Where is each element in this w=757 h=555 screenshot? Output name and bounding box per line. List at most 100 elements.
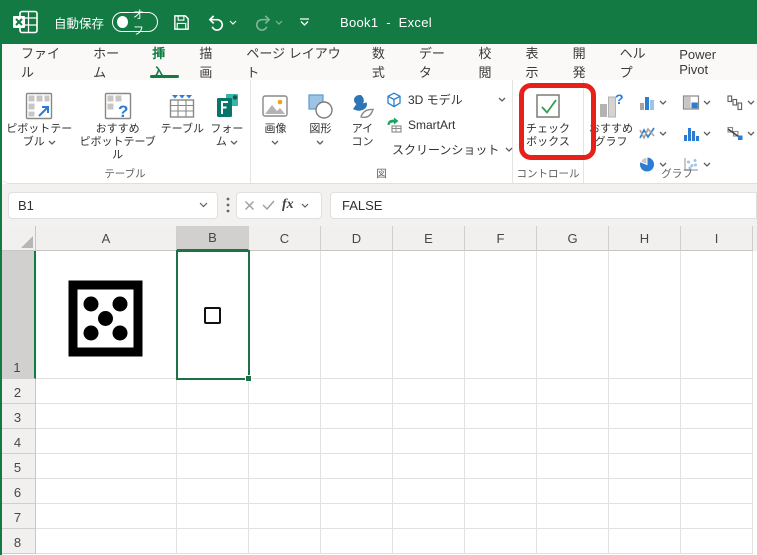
column-header-C[interactable]: C <box>249 226 321 251</box>
cell-G8[interactable] <box>537 529 609 554</box>
cell-H6[interactable] <box>609 479 681 504</box>
fill-handle[interactable] <box>245 375 252 382</box>
smartart-button[interactable]: SmartArt <box>382 113 510 136</box>
table-button[interactable]: テーブル <box>159 84 206 136</box>
cell-A2[interactable] <box>36 379 177 404</box>
column-header-F[interactable]: F <box>465 226 537 251</box>
tab-developer[interactable]: 開発 <box>562 44 609 80</box>
cell-checkbox-unchecked[interactable] <box>204 307 221 324</box>
cell-B8[interactable] <box>177 529 249 554</box>
cell-D4[interactable] <box>321 429 393 454</box>
row-header-4[interactable]: 4 <box>0 429 36 454</box>
cell-A3[interactable] <box>36 404 177 429</box>
recommended-pivot-tables-button[interactable]: ? おすすめ ピボットテーブル <box>76 84 158 162</box>
cell-E2[interactable] <box>393 379 465 404</box>
forms-button[interactable]: フォー ム <box>206 84 248 149</box>
tab-review[interactable]: 校閲 <box>467 44 514 80</box>
cell-A5[interactable] <box>36 454 177 479</box>
insert-histogram-chart-button[interactable] <box>680 118 724 149</box>
column-header-H[interactable]: H <box>609 226 681 251</box>
pivot-table-button[interactable]: ピボットテー ブル <box>2 84 76 149</box>
cell-G5[interactable] <box>537 454 609 479</box>
cell-F8[interactable] <box>465 529 537 554</box>
screenshot-button[interactable]: スクリーンショット <box>382 138 513 161</box>
row-header-3[interactable]: 3 <box>0 404 36 429</box>
cell-C6[interactable] <box>249 479 321 504</box>
cell-A8[interactable] <box>36 529 177 554</box>
cell-C5[interactable] <box>249 454 321 479</box>
column-header-E[interactable]: E <box>393 226 465 251</box>
cell-F6[interactable] <box>465 479 537 504</box>
cell-C2[interactable] <box>249 379 321 404</box>
cell-H5[interactable] <box>609 454 681 479</box>
save-button[interactable] <box>170 11 193 34</box>
column-header-A[interactable]: A <box>36 226 177 251</box>
cell-E3[interactable] <box>393 404 465 429</box>
insert-function-button[interactable]: fx <box>282 197 294 213</box>
cell-B6[interactable] <box>177 479 249 504</box>
row-header-7[interactable]: 7 <box>0 504 36 529</box>
cell-I1[interactable] <box>681 251 753 379</box>
cell-B5[interactable] <box>177 454 249 479</box>
insert-hierarchy-chart-button[interactable] <box>680 87 724 118</box>
cell-E7[interactable] <box>393 504 465 529</box>
redo-button[interactable] <box>251 12 285 33</box>
cell-I4[interactable] <box>681 429 753 454</box>
row-header-1[interactable]: 1 <box>0 251 36 379</box>
insert-line-chart-button[interactable] <box>636 118 680 149</box>
cell-A4[interactable] <box>36 429 177 454</box>
cell-G2[interactable] <box>537 379 609 404</box>
cell-G1[interactable] <box>537 251 609 379</box>
formula-input[interactable]: FALSE <box>330 191 757 219</box>
column-header-G[interactable]: G <box>537 226 609 251</box>
cell-C7[interactable] <box>249 504 321 529</box>
tab-formulas[interactable]: 数式 <box>361 44 408 80</box>
cell-E4[interactable] <box>393 429 465 454</box>
autosave-control[interactable]: 自動保存 オフ <box>54 9 159 37</box>
cell-E6[interactable] <box>393 479 465 504</box>
shapes-button[interactable]: 図形 <box>298 84 343 149</box>
tab-help[interactable]: ヘルプ <box>609 44 669 80</box>
cell-D7[interactable] <box>321 504 393 529</box>
cell-E1[interactable] <box>393 251 465 379</box>
cell-C1[interactable] <box>249 251 321 379</box>
enter-check-icon[interactable] <box>262 200 275 210</box>
icons-button[interactable]: アイ コン <box>343 84 382 149</box>
cell-D5[interactable] <box>321 454 393 479</box>
cell-G4[interactable] <box>537 429 609 454</box>
tab-insert[interactable]: 挿入 <box>141 44 188 80</box>
cell-G6[interactable] <box>537 479 609 504</box>
tab-view[interactable]: 表示 <box>515 44 562 80</box>
cell-I2[interactable] <box>681 379 753 404</box>
cell-F2[interactable] <box>465 379 537 404</box>
cancel-icon[interactable] <box>244 200 255 211</box>
cell-H4[interactable] <box>609 429 681 454</box>
cell-B4[interactable] <box>177 429 249 454</box>
cell-D1[interactable] <box>321 251 393 379</box>
cell-E8[interactable] <box>393 529 465 554</box>
tab-draw[interactable]: 描画 <box>188 44 235 80</box>
cell-H8[interactable] <box>609 529 681 554</box>
cell-C8[interactable] <box>249 529 321 554</box>
cell-H1[interactable] <box>609 251 681 379</box>
dice-image[interactable] <box>68 280 143 357</box>
cell-I7[interactable] <box>681 504 753 529</box>
cell-E5[interactable] <box>393 454 465 479</box>
row-header-2[interactable]: 2 <box>0 379 36 404</box>
cell-G7[interactable] <box>537 504 609 529</box>
tab-data[interactable]: データ <box>408 44 468 80</box>
cell-F7[interactable] <box>465 504 537 529</box>
cell-F5[interactable] <box>465 454 537 479</box>
tab-power-pivot[interactable]: Power Pivot <box>668 44 757 80</box>
cell-H3[interactable] <box>609 404 681 429</box>
cell-G3[interactable] <box>537 404 609 429</box>
cell-I5[interactable] <box>681 454 753 479</box>
insert-combo-chart-button[interactable] <box>724 118 757 149</box>
column-header-D[interactable]: D <box>321 226 393 251</box>
undo-button[interactable] <box>205 12 239 33</box>
tab-home[interactable]: ホーム <box>82 44 141 80</box>
cell-C3[interactable] <box>249 404 321 429</box>
recommended-charts-button[interactable]: ? おすすめ グラフ <box>586 84 636 149</box>
row-header-8[interactable]: 8 <box>0 529 36 554</box>
cell-B7[interactable] <box>177 504 249 529</box>
